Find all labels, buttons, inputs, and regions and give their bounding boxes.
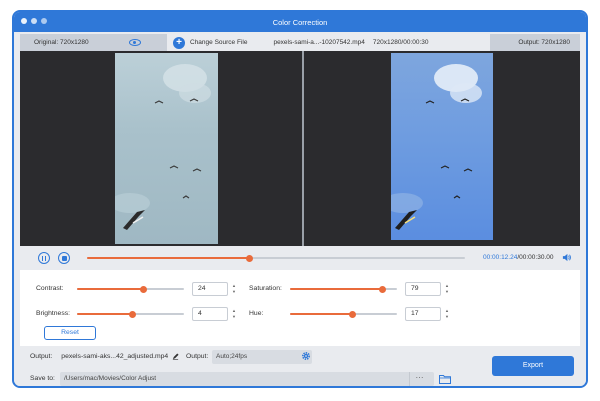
brightness-slider-handle[interactable] <box>129 310 137 318</box>
brightness-slider[interactable] <box>77 310 184 318</box>
save-to-label: Save to: <box>30 375 55 382</box>
minimize-window-button[interactable] <box>31 18 37 24</box>
output-resolution: Output: 720x1280 <box>518 39 570 46</box>
output-info: Output: 720x1280 <box>490 34 580 51</box>
plus-icon: + <box>173 36 185 49</box>
change-source-label: Change Source File <box>190 39 248 46</box>
output-format-field[interactable]: Auto;24fps <box>212 350 312 364</box>
window-controls <box>21 18 47 24</box>
source-filename: pexels-sami-a...-10207542.mp4 <box>273 39 365 46</box>
hue-control: Hue: 17 ▲ ▼ <box>249 307 449 321</box>
window-title: Color Correction <box>272 17 328 27</box>
original-video-frame <box>110 53 218 244</box>
stop-button[interactable] <box>58 252 70 264</box>
brightness-slider-fill <box>77 313 133 315</box>
hue-value-field[interactable]: 17 <box>405 307 441 321</box>
pencil-icon[interactable] <box>172 353 179 360</box>
hue-stepper[interactable]: ▲ ▼ <box>443 307 451 321</box>
info-bar: Original: 720x1280 + Change Source File … <box>20 34 580 51</box>
brightness-value-field[interactable]: 4 <box>192 307 228 321</box>
contrast-stepper[interactable]: ▲ ▼ <box>230 282 238 296</box>
contrast-slider[interactable] <box>77 285 184 293</box>
original-resolution: Original: 720x1280 <box>34 39 89 46</box>
total-time: /00:00:30.00 <box>517 254 554 261</box>
hue-slider-handle[interactable] <box>348 310 356 318</box>
playback-bar: 00:00:12.24/00:00:30.00 <box>20 246 580 270</box>
output-file-label: Output: <box>30 353 53 360</box>
output-frame-image <box>383 64 482 230</box>
save-path-field[interactable]: /Users/mac/Movies/Color Adjust <box>60 372 434 386</box>
brightness-label: Brightness: <box>36 310 71 317</box>
pause-button[interactable] <box>38 252 50 264</box>
hue-label: Hue: <box>249 310 264 317</box>
color-correction-window: Color Correction Original: 720x1280 + Ch… <box>12 10 588 388</box>
contrast-slider-handle[interactable] <box>139 285 147 293</box>
hue-slider-fill <box>290 313 353 315</box>
original-frame-image <box>110 64 211 230</box>
saturation-slider-fill <box>290 288 383 290</box>
saturation-slider[interactable] <box>290 285 397 293</box>
output-settings-bar: Output: pexels-sami-aks...42_adjusted.mp… <box>14 346 586 386</box>
source-file-info: 720x1280/00:00:30 <box>372 39 429 46</box>
contrast-value-field[interactable]: 24 <box>192 282 228 296</box>
export-button[interactable]: Export <box>492 356 574 376</box>
timeline-progress <box>87 257 250 259</box>
timeline-track[interactable] <box>87 254 465 262</box>
original-info: Original: 720x1280 <box>20 34 167 51</box>
original-preview <box>20 51 302 246</box>
output-preview <box>304 51 580 246</box>
time-display: 00:00:12.24/00:00:30.00 <box>483 254 554 261</box>
current-time: 00:00:12.24 <box>483 254 518 261</box>
output-video-frame <box>383 53 493 244</box>
source-info: + Change Source File pexels-sami-a...-10… <box>167 34 490 51</box>
saturation-stepper[interactable]: ▲ ▼ <box>443 282 451 296</box>
reset-button[interactable]: Reset <box>44 326 96 340</box>
brightness-stepper[interactable]: ▲ ▼ <box>230 307 238 321</box>
contrast-slider-fill <box>77 288 144 290</box>
browse-button[interactable]: ··· <box>409 372 429 386</box>
folder-icon[interactable] <box>439 374 451 384</box>
zoom-window-button[interactable] <box>41 18 47 24</box>
output-crop-edge <box>391 240 493 244</box>
contrast-label: Contrast: <box>36 285 64 292</box>
contrast-control: Contrast: 24 ▲ ▼ <box>36 282 236 296</box>
brightness-control: Brightness: 4 ▲ ▼ <box>36 307 236 321</box>
preview-area <box>20 51 580 246</box>
change-source-button[interactable]: + Change Source File <box>173 36 248 49</box>
eye-icon[interactable] <box>129 39 141 46</box>
output-file-row: Output: pexels-sami-aks...42_adjusted.mp… <box>30 353 179 360</box>
output-format-label: Output: <box>186 353 209 360</box>
saturation-slider-handle[interactable] <box>378 285 386 293</box>
saturation-label: Saturation: <box>249 285 282 292</box>
volume-icon[interactable] <box>562 253 571 262</box>
gear-icon[interactable] <box>301 351 311 361</box>
hue-slider[interactable] <box>290 310 397 318</box>
saturation-value-field[interactable]: 79 <box>405 282 441 296</box>
close-window-button[interactable] <box>21 18 27 24</box>
timeline-handle[interactable] <box>246 254 254 262</box>
output-filename: pexels-sami-aks...42_adjusted.mp4 <box>61 353 169 360</box>
saturation-control: Saturation: 79 ▲ ▼ <box>249 282 449 296</box>
adjustment-panel: Contrast: 24 ▲ ▼ Brightness: 4 ▲ ▼ Saturat… <box>20 270 580 346</box>
title-bar: Color Correction <box>14 12 586 32</box>
